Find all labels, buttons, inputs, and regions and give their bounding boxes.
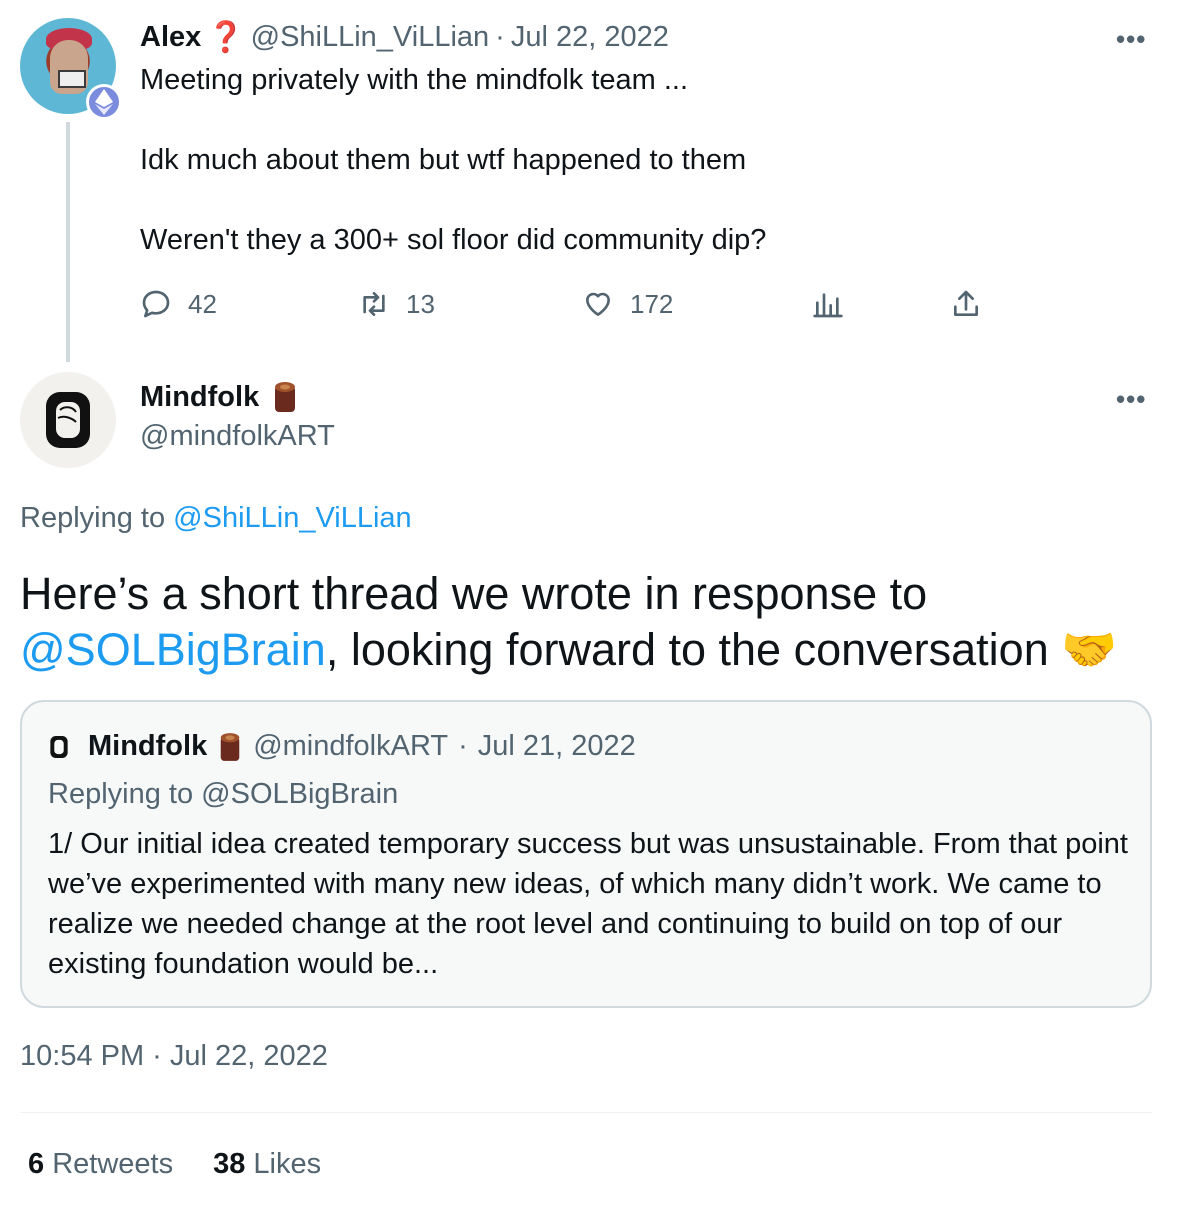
like-action[interactable]: 172 — [582, 288, 673, 320]
retweet-count: 13 — [406, 288, 435, 319]
reply-text-part-1: Here’s a short thread we wrote in respon… — [20, 568, 928, 619]
reply-icon — [142, 290, 170, 318]
parent-separator: · — [495, 21, 505, 53]
quoted-tweet-header: Mindfolk @mindfolkART · Jul 21, 2022 — [48, 730, 636, 763]
share-icon — [954, 290, 978, 316]
reply-author-handle[interactable]: @mindfolkART — [140, 420, 335, 453]
likes-label: Likes — [253, 1148, 322, 1180]
reply-tweet-text: Here’s a short thread we wrote in respon… — [20, 566, 1170, 678]
quoted-author-handle: @mindfolkART — [253, 730, 449, 762]
retweets-count: 6 — [28, 1148, 45, 1180]
likes-count: 38 — [213, 1148, 246, 1180]
quoted-tweet-card[interactable]: Mindfolk @mindfolkART · Jul 21, 2022 Rep… — [20, 700, 1152, 1008]
parent-tweet-header: Alex ❓ @ShiLLin_ViLLian · Jul 22, 2022 — [140, 20, 669, 55]
parent-date[interactable]: Jul 22, 2022 — [511, 21, 669, 54]
quoted-replying-prefix: Replying to — [48, 778, 194, 810]
likes-stat[interactable]: 38 Likes — [213, 1148, 321, 1181]
quoted-replying-to: @SOLBigBrain — [201, 778, 399, 810]
handshake-emoji-icon: 🤝 — [1061, 624, 1118, 675]
mindfolk-avatar[interactable] — [20, 372, 116, 468]
replying-prefix: Replying to — [20, 502, 166, 534]
mindfolk-logo-icon — [46, 392, 90, 448]
reply-tweet-header: Mindfolk — [140, 380, 299, 414]
reply-more-options-icon[interactable]: ••• — [1116, 384, 1146, 415]
like-count: 172 — [630, 288, 674, 319]
replying-to-link[interactable]: @ShiLLin_ViLLian — [173, 502, 412, 534]
thread-connector-line — [66, 122, 70, 362]
reply-timestamp[interactable]: 10:54 PM · Jul 22, 2022 — [20, 1040, 328, 1073]
quoted-separator: · — [458, 730, 468, 762]
parent-tweet-line-3: Weren't they a 300+ sol floor did commun… — [140, 224, 767, 256]
question-mark-emoji-icon: ❓ — [207, 21, 245, 54]
parent-tweet-line-2: Idk much about them but wtf happened to … — [140, 144, 747, 176]
share-action[interactable] — [950, 288, 982, 320]
parent-more-options-icon[interactable]: ••• — [1116, 24, 1146, 55]
reply-count: 42 — [188, 288, 217, 319]
wood-log-icon — [275, 382, 296, 412]
analytics-icon — [813, 293, 843, 318]
heart-icon — [586, 292, 610, 316]
quoted-author-name: Mindfolk — [88, 730, 208, 762]
parent-author-handle[interactable]: @ShiLLin_ViLLian — [251, 21, 490, 54]
reply-text-part-2: , looking forward to the conversation — [325, 624, 1049, 675]
reply-action[interactable]: 42 — [140, 288, 217, 320]
retweet-action[interactable]: 13 — [358, 288, 435, 320]
quoted-replying-line: Replying to @SOLBigBrain — [48, 778, 398, 811]
avatar-teeth-shape — [58, 70, 86, 88]
retweets-label: Retweets — [52, 1148, 174, 1180]
replying-to-line: Replying to @ShiLLin_ViLLian — [20, 502, 412, 535]
parent-action-bar: 42 13 172 — [140, 288, 990, 328]
retweet-icon — [363, 292, 385, 316]
quoted-date: Jul 21, 2022 — [477, 730, 636, 762]
parent-author-name[interactable]: Alex — [140, 21, 201, 54]
quoted-wood-log-icon — [220, 732, 240, 761]
quoted-mindfolk-avatar-icon — [50, 735, 68, 758]
retweets-stat[interactable]: 6 Retweets — [28, 1148, 173, 1181]
mention-link[interactable]: @SOLBigBrain — [20, 624, 326, 675]
parent-tweet-line-1: Meeting privately with the mindfolk team… — [140, 64, 689, 96]
analytics-action[interactable] — [812, 288, 844, 320]
quoted-tweet-body: 1/ Our initial idea created temporary su… — [48, 828, 1128, 980]
engagement-stats: 6 Retweets 38 Likes — [28, 1148, 321, 1181]
ethereum-badge-icon — [86, 84, 122, 120]
reply-author-name[interactable]: Mindfolk — [140, 381, 259, 414]
stats-divider — [20, 1112, 1152, 1113]
